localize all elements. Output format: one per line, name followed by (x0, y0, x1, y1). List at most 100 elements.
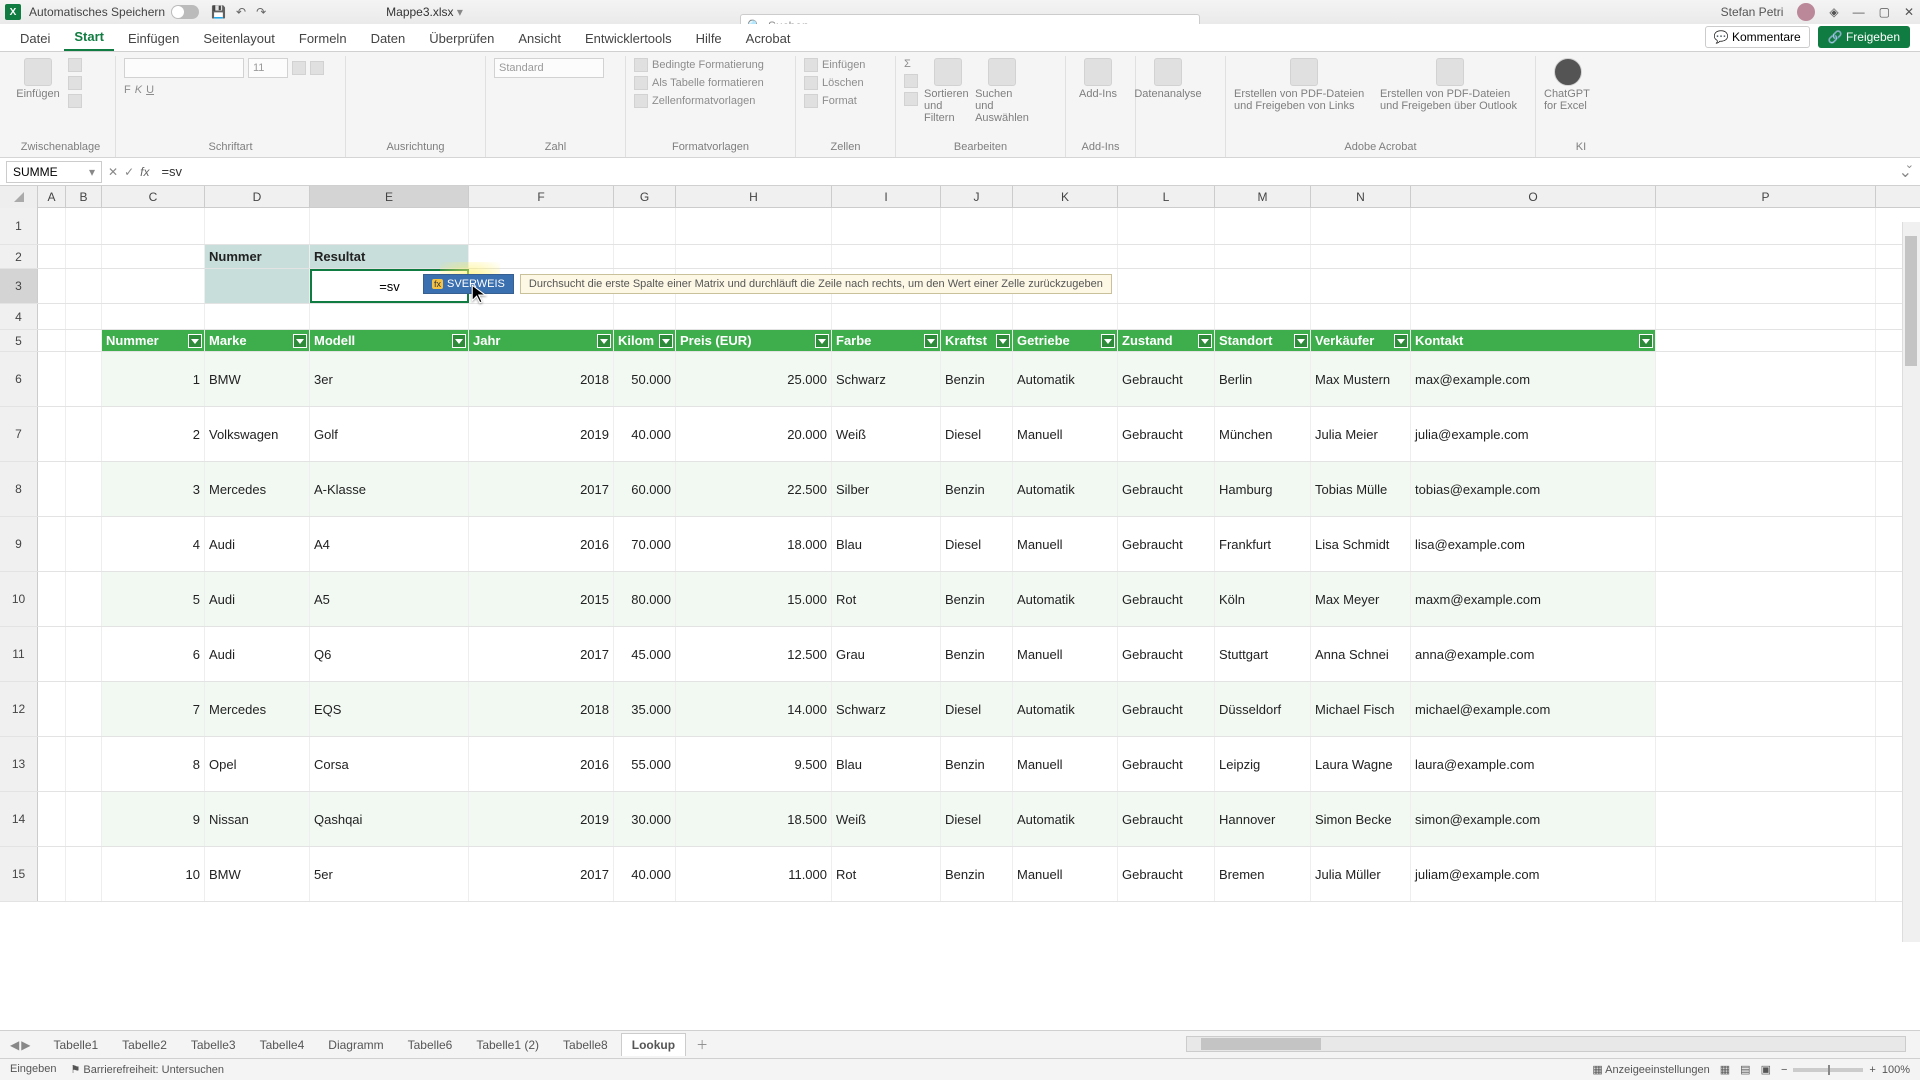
cell-marke[interactable]: Mercedes (205, 682, 310, 736)
vertical-scrollbar[interactable] (1902, 222, 1920, 942)
cell-nummer[interactable]: 1 (102, 352, 205, 406)
cell-farbe[interactable]: Rot (832, 847, 941, 901)
cell[interactable] (38, 462, 66, 516)
sheet-tab[interactable]: Tabelle6 (397, 1033, 464, 1056)
filter-icon[interactable] (924, 334, 938, 348)
cell-marke[interactable]: Audi (205, 572, 310, 626)
ribbon-tab-hilfe[interactable]: Hilfe (686, 26, 732, 51)
cell-standort[interactable]: Hamburg (1215, 462, 1311, 516)
cell-marke[interactable]: Nissan (205, 792, 310, 846)
zoom-out-icon[interactable]: − (1781, 1064, 1787, 1076)
sort-filter-button[interactable]: Sortieren und Filtern (924, 58, 972, 124)
filter-icon[interactable] (1294, 334, 1308, 348)
horizontal-scrollbar[interactable] (1186, 1036, 1906, 1052)
cell-preis[interactable]: 22.500 (676, 462, 832, 516)
lookup-resultat-header[interactable]: Resultat (310, 245, 469, 268)
cell[interactable] (832, 208, 941, 244)
cell-modell[interactable]: 3er (310, 352, 469, 406)
cell-kraftstoff[interactable]: Benzin (941, 462, 1013, 516)
cell[interactable] (469, 304, 614, 329)
cell-nummer[interactable]: 6 (102, 627, 205, 681)
cell[interactable] (66, 572, 102, 626)
ribbon-tab-start[interactable]: Start (64, 24, 114, 51)
cell-getriebe[interactable]: Automatik (1013, 682, 1118, 736)
pdf-outlook-button[interactable]: Erstellen von PDF-Dateien und Freigeben … (1380, 58, 1520, 112)
col-header-F[interactable]: F (469, 186, 614, 207)
cell-verkaeufer[interactable]: Max Mustern (1311, 352, 1411, 406)
table-header[interactable]: Standort (1215, 330, 1311, 351)
cell-preis[interactable]: 11.000 (676, 847, 832, 901)
avatar[interactable] (1797, 3, 1815, 21)
user-name[interactable]: Stefan Petri (1721, 5, 1784, 19)
cell-marke[interactable]: BMW (205, 352, 310, 406)
cell[interactable] (38, 208, 66, 244)
cell-km[interactable]: 30.000 (614, 792, 676, 846)
cell-verkaeufer[interactable]: Tobias Mülle (1311, 462, 1411, 516)
row-header[interactable]: 14 (0, 792, 38, 846)
cell[interactable] (1656, 737, 1876, 791)
cell-nummer[interactable]: 7 (102, 682, 205, 736)
col-header-G[interactable]: G (614, 186, 676, 207)
cell[interactable] (614, 304, 676, 329)
chatgpt-button[interactable]: ChatGPT for Excel (1544, 58, 1592, 112)
cell[interactable] (66, 682, 102, 736)
cell-kraftstoff[interactable]: Benzin (941, 572, 1013, 626)
cell-kraftstoff[interactable]: Benzin (941, 847, 1013, 901)
cell-marke[interactable]: Opel (205, 737, 310, 791)
delete-cells-button[interactable]: Löschen (804, 76, 865, 90)
cell[interactable] (1656, 407, 1876, 461)
cell-modell[interactable]: 5er (310, 847, 469, 901)
cell-farbe[interactable]: Weiß (832, 407, 941, 461)
cell[interactable] (614, 208, 676, 244)
cell[interactable] (38, 737, 66, 791)
ribbon-tab-entwicklertools[interactable]: Entwicklertools (575, 26, 682, 51)
cell-kraftstoff[interactable]: Benzin (941, 627, 1013, 681)
cell[interactable] (38, 407, 66, 461)
close-icon[interactable]: ✕ (1904, 5, 1914, 19)
filter-icon[interactable] (1394, 334, 1408, 348)
cell-standort[interactable]: Köln (1215, 572, 1311, 626)
cell-preis[interactable]: 9.500 (676, 737, 832, 791)
cell-modell[interactable]: EQS (310, 682, 469, 736)
col-header-C[interactable]: C (102, 186, 205, 207)
cell-kontakt[interactable]: anna@example.com (1411, 627, 1656, 681)
comments-button[interactable]: 💬 Kommentare (1705, 26, 1810, 48)
table-header[interactable]: Kontakt (1411, 330, 1656, 351)
col-header-B[interactable]: B (66, 186, 102, 207)
cell[interactable] (1215, 245, 1311, 268)
cell[interactable] (1411, 304, 1656, 329)
cell-kontakt[interactable]: simon@example.com (1411, 792, 1656, 846)
table-header[interactable]: Zustand (1118, 330, 1215, 351)
cell-standort[interactable]: Düsseldorf (1215, 682, 1311, 736)
cell-getriebe[interactable]: Automatik (1013, 792, 1118, 846)
cell-standort[interactable]: Frankfurt (1215, 517, 1311, 571)
share-button[interactable]: 🔗 Freigeben (1818, 26, 1910, 48)
col-header-E[interactable]: E (310, 186, 469, 207)
table-header[interactable]: Getriebe (1013, 330, 1118, 351)
cell[interactable] (1118, 245, 1215, 268)
col-header-M[interactable]: M (1215, 186, 1311, 207)
cell-kraftstoff[interactable]: Diesel (941, 517, 1013, 571)
cell-nummer[interactable]: 2 (102, 407, 205, 461)
cell-farbe[interactable]: Schwarz (832, 352, 941, 406)
cell[interactable] (102, 208, 205, 244)
cell-km[interactable]: 50.000 (614, 352, 676, 406)
filter-icon[interactable] (996, 334, 1010, 348)
view-break-icon[interactable]: ▣ (1761, 1063, 1771, 1076)
autosave-toggle[interactable]: Automatisches Speichern (29, 5, 199, 19)
row-header[interactable]: 15 (0, 847, 38, 901)
cell-farbe[interactable]: Grau (832, 627, 941, 681)
row-header[interactable]: 12 (0, 682, 38, 736)
cell[interactable] (941, 245, 1013, 268)
cell-farbe[interactable]: Silber (832, 462, 941, 516)
cell-verkaeufer[interactable]: Michael Fisch (1311, 682, 1411, 736)
cell[interactable] (66, 330, 102, 351)
row-header[interactable]: 4 (0, 304, 38, 329)
ribbon-tab-seitenlayout[interactable]: Seitenlayout (193, 26, 285, 51)
table-header[interactable]: Marke (205, 330, 310, 351)
cancel-formula-icon[interactable]: ✕ (108, 165, 118, 179)
cell[interactable] (1013, 245, 1118, 268)
cell-farbe[interactable]: Schwarz (832, 682, 941, 736)
cell-marke[interactable]: Mercedes (205, 462, 310, 516)
cell-km[interactable]: 60.000 (614, 462, 676, 516)
